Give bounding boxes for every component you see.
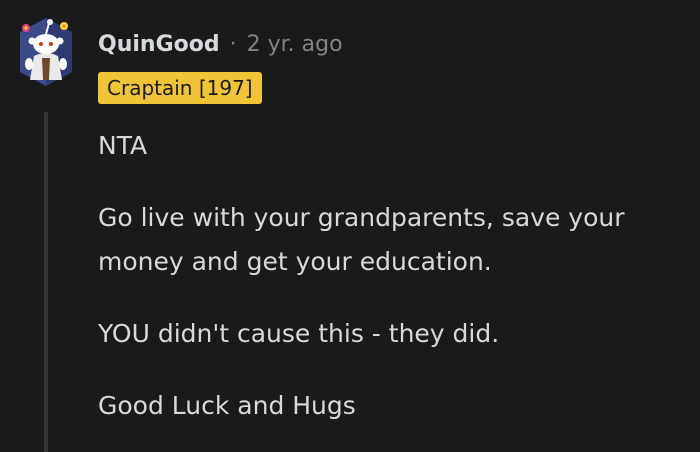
user-flair: Craptain [197] [98,72,262,104]
meta-separator: · [229,31,237,57]
username-link[interactable]: QuinGood [98,32,220,57]
comment-paragraph: Good Luck and Hugs [98,391,356,420]
comment-body: NTA Go live with your grandparents, save… [98,124,688,428]
thread-line[interactable] [44,112,48,452]
comment-paragraph: NTA [98,131,148,160]
snoo-avatar-icon[interactable] [16,14,76,90]
comment-paragraph: Go live with your grandparents, save you… [98,203,625,276]
timestamp[interactable]: 2 yr. ago [247,32,343,57]
comment-meta: QuinGood · 2 yr. ago [98,28,343,60]
comment-paragraph: YOU didn't cause this - they did. [98,319,500,348]
